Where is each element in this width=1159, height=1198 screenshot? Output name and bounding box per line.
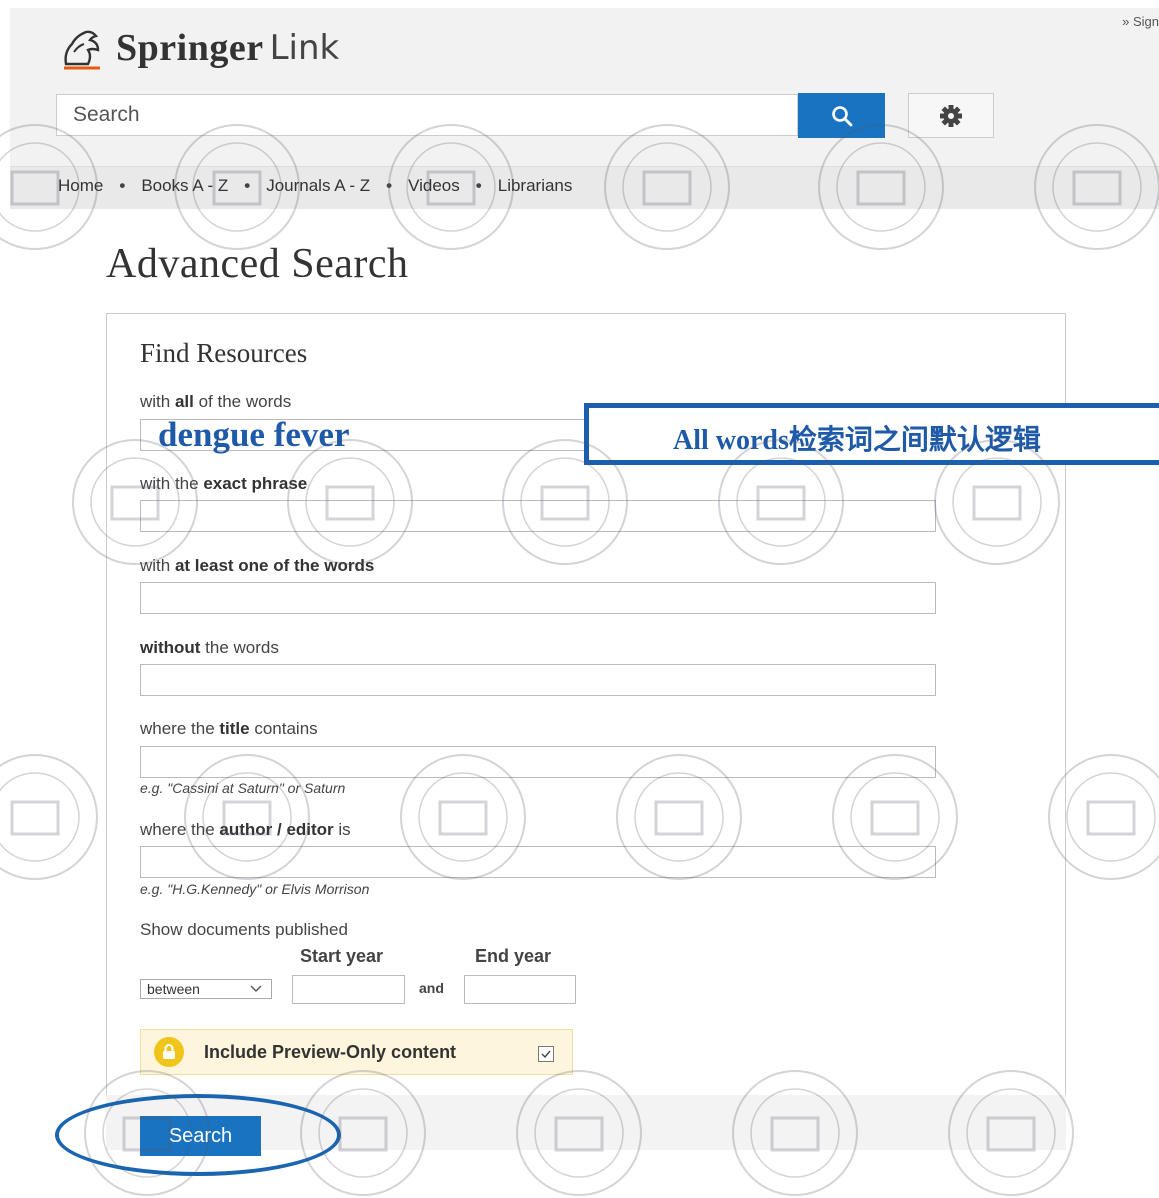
- lock-icon: [154, 1037, 184, 1067]
- start-year-label: Start year: [300, 946, 384, 966]
- date-range-select[interactable]: between: [140, 979, 272, 999]
- exact-phrase-input[interactable]: [141, 501, 935, 531]
- label-text: is: [333, 820, 351, 839]
- page-title: Advanced Search: [106, 241, 409, 287]
- label-text: where the: [140, 719, 220, 738]
- springer-logo[interactable]: Springer Link: [58, 24, 339, 72]
- all-words-label: with all of the words: [140, 392, 291, 412]
- author-field[interactable]: [140, 846, 936, 878]
- at-least-one-input[interactable]: [141, 583, 935, 613]
- gear-icon: [940, 104, 962, 127]
- checkmark-icon: [541, 1050, 551, 1059]
- search-box: [56, 94, 798, 136]
- start-year-field[interactable]: [292, 975, 405, 1004]
- without-words-field[interactable]: [140, 664, 936, 696]
- date-range-value: between: [147, 981, 200, 997]
- nav-item-books[interactable]: Books A - Z: [141, 176, 228, 196]
- nav-separator: •: [244, 176, 251, 195]
- without-words-input[interactable]: [141, 665, 935, 695]
- title-hint: e.g. "Cassini at Saturn" or Saturn: [140, 780, 346, 796]
- horse-logo-icon: [64, 30, 100, 70]
- label-bold: without: [140, 638, 201, 657]
- label-text: contains: [249, 719, 318, 738]
- nav-separator: •: [119, 176, 126, 195]
- nav-item-journals[interactable]: Journals A - Z: [266, 176, 370, 196]
- title-label: where the title contains: [140, 719, 318, 739]
- nav-separator: •: [475, 176, 482, 195]
- end-year-field[interactable]: [464, 975, 576, 1004]
- label-text: of the words: [193, 392, 292, 411]
- typed-query-annotation: dengue fever: [158, 415, 350, 454]
- section-title: Find Resources: [140, 338, 308, 368]
- and-label: and: [419, 980, 444, 996]
- search-input[interactable]: [57, 95, 797, 135]
- label-bold: author / editor: [219, 820, 334, 839]
- brand-springer: Springer: [116, 27, 264, 69]
- preview-only-label: Include Preview-Only content: [204, 1041, 457, 1062]
- author-label: where the author / editor is: [140, 820, 351, 840]
- preview-only-option[interactable]: Include Preview-Only content: [140, 1029, 573, 1075]
- callout-text: All words检索词之间默认逻辑: [673, 425, 1041, 456]
- without-words-label: without the words: [140, 638, 279, 658]
- nav-item-home[interactable]: Home: [58, 176, 103, 196]
- highlight-circle: [55, 1094, 341, 1176]
- sign-in-link[interactable]: » Sign: [1122, 14, 1159, 29]
- search-icon: [831, 105, 852, 126]
- nav-item-librarians[interactable]: Librarians: [498, 176, 573, 196]
- label-text: the words: [200, 638, 279, 657]
- main-nav: Home • Books A - Z • Journals A - Z • Vi…: [58, 176, 572, 196]
- label-bold: at least one of the words: [174, 556, 375, 575]
- author-hint: e.g. "H.G.Kennedy" or Elvis Morrison: [140, 881, 370, 897]
- search-button[interactable]: [798, 93, 885, 138]
- brand-link: Link: [269, 28, 340, 68]
- nav-separator: •: [386, 176, 393, 195]
- nav-item-videos[interactable]: Videos: [408, 176, 460, 196]
- label-bold: exact phrase: [203, 474, 308, 493]
- label-text: with the: [140, 474, 204, 493]
- title-input[interactable]: [141, 747, 935, 777]
- author-input[interactable]: [141, 847, 935, 877]
- end-year-label: End year: [475, 946, 552, 966]
- label-text: where the: [140, 820, 220, 839]
- label-text: with: [140, 392, 175, 411]
- label-text: with: [140, 556, 175, 575]
- at-least-one-label: with at least one of the words: [140, 556, 374, 576]
- exact-phrase-field[interactable]: [140, 500, 936, 532]
- published-label: Show documents published: [140, 920, 348, 939]
- chevron-down-icon: [250, 985, 262, 992]
- title-field[interactable]: [140, 746, 936, 778]
- label-bold: title: [219, 719, 250, 738]
- preview-only-checkbox[interactable]: [538, 1046, 554, 1062]
- watermark-seal-icon: [0, 754, 98, 880]
- callout-annotation: All words检索词之间默认逻辑: [584, 403, 1159, 465]
- label-bold: all: [174, 392, 194, 411]
- exact-phrase-label: with the exact phrase: [140, 474, 307, 494]
- settings-button[interactable]: [908, 93, 994, 138]
- at-least-one-field[interactable]: [140, 582, 936, 614]
